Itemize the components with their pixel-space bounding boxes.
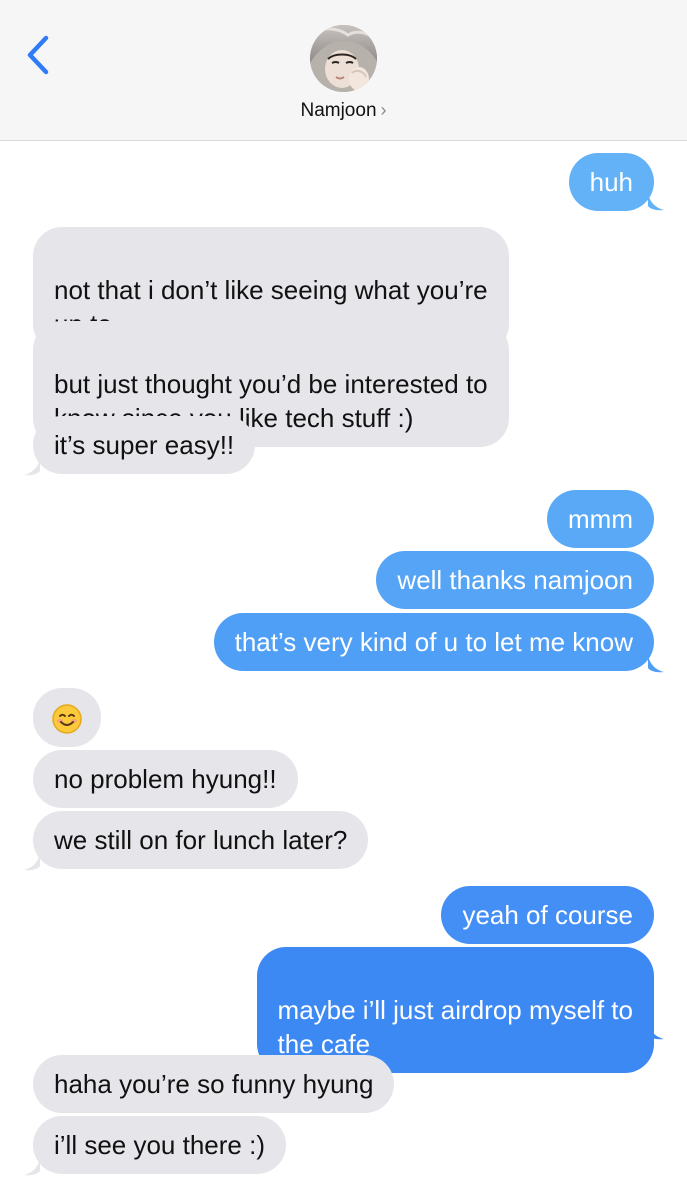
received-message-bubble[interactable]: we still on for lunch later? xyxy=(33,811,369,869)
back-button[interactable] xyxy=(20,30,60,80)
smiling-face-icon xyxy=(52,704,82,734)
sent-message-bubble[interactable]: yeah of course xyxy=(441,886,654,944)
message-text: no problem hyung!! xyxy=(54,764,277,794)
sent-message-bubble[interactable]: well thanks namjoon xyxy=(376,551,654,609)
received-message-bubble[interactable]: no problem hyung!! xyxy=(33,750,298,808)
message-text: it’s super easy!! xyxy=(54,430,235,460)
bubble-tail xyxy=(24,853,40,871)
sent-message-bubble[interactable]: huh xyxy=(568,153,654,211)
sent-message-bubble[interactable]: mmm xyxy=(547,490,654,548)
bubble-tail xyxy=(24,1158,40,1176)
conversation-header: Namjoon › xyxy=(0,0,687,141)
message-text: maybe i’ll just airdrop myself to the ca… xyxy=(277,995,633,1059)
contact-photo xyxy=(310,25,377,92)
received-message-bubble[interactable]: haha you’re so funny hyung xyxy=(33,1055,395,1113)
contact-name: Namjoon xyxy=(300,100,377,121)
received-message-bubble[interactable]: i’ll see you there :) xyxy=(33,1116,286,1174)
message-text: huh xyxy=(589,167,633,197)
bubble-tail xyxy=(648,655,664,673)
chevron-right-icon: › xyxy=(380,100,387,120)
bubble-tail xyxy=(648,193,664,211)
sent-message-bubble[interactable]: that’s very kind of u to let me know xyxy=(213,613,654,671)
message-text: that’s very kind of u to let me know xyxy=(234,627,633,657)
message-text: we still on for lunch later? xyxy=(54,825,348,855)
received-message-bubble[interactable] xyxy=(33,688,101,748)
bubble-tail xyxy=(24,458,40,476)
message-text: well thanks namjoon xyxy=(397,565,633,595)
contact-name-button[interactable]: Namjoon › xyxy=(0,100,687,122)
received-message-bubble[interactable]: it’s super easy!! xyxy=(33,416,256,474)
bubble-tail xyxy=(648,1022,664,1040)
message-text: mmm xyxy=(568,504,633,534)
message-text: yeah of course xyxy=(462,900,633,930)
avatar[interactable] xyxy=(310,25,377,92)
chevron-left-icon xyxy=(27,35,49,75)
message-text: haha you’re so funny hyung xyxy=(54,1069,374,1099)
message-text: i’ll see you there :) xyxy=(54,1130,265,1160)
